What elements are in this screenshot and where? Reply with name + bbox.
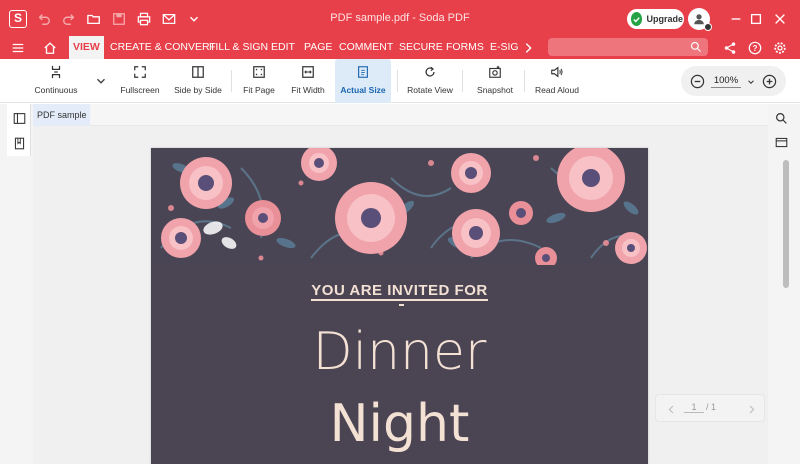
email-icon[interactable] [161, 11, 177, 27]
check-icon [631, 12, 643, 26]
print-icon[interactable] [136, 11, 152, 27]
search-icon[interactable] [774, 111, 788, 125]
panel-toggle-icon[interactable] [12, 111, 26, 125]
upgrade-label: Upgrade [646, 14, 683, 24]
snapshot-button[interactable]: Snapshot [472, 59, 518, 103]
tab-forms[interactable]: FORMS [446, 36, 484, 59]
fit-page-button[interactable]: Fit Page [240, 59, 278, 103]
zoom-out-icon[interactable] [689, 73, 705, 89]
actual-size-button[interactable]: Actual Size [335, 59, 391, 103]
tab-fill-sign[interactable]: FILL & SIGN [209, 36, 268, 59]
home-icon[interactable] [42, 40, 58, 56]
close-icon[interactable] [772, 11, 788, 27]
next-page-icon[interactable] [746, 403, 756, 415]
snapshot-icon [488, 64, 502, 80]
headline-night: Night [329, 394, 470, 454]
bookmark-icon[interactable] [12, 136, 26, 150]
help-icon[interactable]: ? [747, 40, 763, 56]
actual-size-icon [356, 64, 370, 80]
menu-bar: VIEW CREATE & CONVERT FILL & SIGN EDIT P… [0, 36, 800, 59]
read-aloud-button[interactable]: Read Aloud [533, 59, 581, 103]
zoom-level[interactable]: 100% [711, 75, 741, 88]
headline-dinner: Dinner [312, 322, 487, 382]
toolbar-divider [397, 70, 398, 92]
continuous-dropdown-icon[interactable] [93, 73, 109, 89]
vertical-scrollbar[interactable] [783, 160, 789, 288]
hamburger-menu-icon[interactable] [10, 40, 26, 56]
tab-view[interactable]: VIEW [69, 36, 104, 59]
fit-page-icon [252, 64, 266, 80]
side-by-side-button[interactable]: Side by Side [173, 59, 223, 103]
folder-panel-icon[interactable] [774, 135, 788, 149]
invite-heading: YOU ARE INVITED FOR [311, 282, 488, 301]
zoom-dropdown-icon[interactable] [743, 74, 759, 90]
upgrade-button[interactable]: Upgrade [627, 9, 684, 29]
fit-width-icon [301, 64, 315, 80]
search-icon [690, 41, 701, 52]
chevron-down-icon[interactable] [186, 11, 202, 27]
document-tab-strip [90, 104, 768, 126]
tab-e-sign[interactable]: E-SIGN [490, 36, 519, 59]
divider-dash [399, 304, 404, 306]
fit-width-button[interactable]: Fit Width [287, 59, 329, 103]
view-toolbar: Continuous Fullscreen Side by Side Fit P… [0, 59, 800, 103]
total-pages: / 1 [706, 402, 717, 412]
redo-icon[interactable] [61, 11, 77, 27]
document-tab[interactable]: PDF sample [33, 104, 90, 126]
toolbar-divider [231, 70, 232, 92]
toolbar-divider [462, 70, 463, 92]
continuous-icon [49, 64, 63, 80]
toolbar-divider [524, 70, 525, 92]
tab-comment[interactable]: COMMENT [339, 36, 393, 59]
svg-text:?: ? [753, 44, 758, 53]
user-avatar[interactable] [688, 8, 712, 31]
fullscreen-icon [133, 64, 147, 80]
pdf-page: YOU ARE INVITED FOR Dinner Night [151, 148, 648, 464]
page-navigator: 1 / 1 [655, 394, 765, 422]
open-folder-icon[interactable] [86, 11, 102, 27]
rotate-view-button[interactable]: Rotate View [405, 59, 455, 103]
tab-edit[interactable]: EDIT [271, 36, 295, 59]
title-bar: S PDF sample.pdf - Soda PDF Upgrade [0, 0, 800, 36]
status-dot [704, 23, 712, 31]
share-icon[interactable] [722, 40, 738, 56]
side-by-side-icon [191, 64, 205, 80]
fullscreen-button[interactable]: Fullscreen [117, 59, 163, 103]
rotate-icon [423, 64, 437, 80]
tab-create-convert[interactable]: CREATE & CONVERT [110, 36, 216, 59]
zoom-control: 100% [681, 66, 786, 96]
previous-page-icon[interactable] [666, 403, 676, 415]
zoom-in-icon[interactable] [761, 73, 777, 89]
read-aloud-icon [550, 64, 564, 80]
left-sidebar [0, 104, 33, 464]
continuous-button[interactable]: Continuous [30, 59, 82, 103]
floral-banner [151, 148, 648, 265]
save-icon[interactable] [111, 11, 127, 27]
maximize-icon[interactable] [748, 11, 764, 27]
search-input[interactable] [548, 38, 708, 56]
settings-icon[interactable] [772, 40, 788, 56]
minimize-icon[interactable] [728, 11, 744, 27]
chevron-right-icon[interactable] [520, 40, 536, 56]
tab-page[interactable]: PAGE [304, 36, 332, 59]
app-logo[interactable]: S [9, 10, 27, 28]
current-page-input[interactable]: 1 [684, 402, 704, 413]
undo-icon[interactable] [36, 11, 52, 27]
tab-secure[interactable]: SECURE [399, 36, 443, 59]
